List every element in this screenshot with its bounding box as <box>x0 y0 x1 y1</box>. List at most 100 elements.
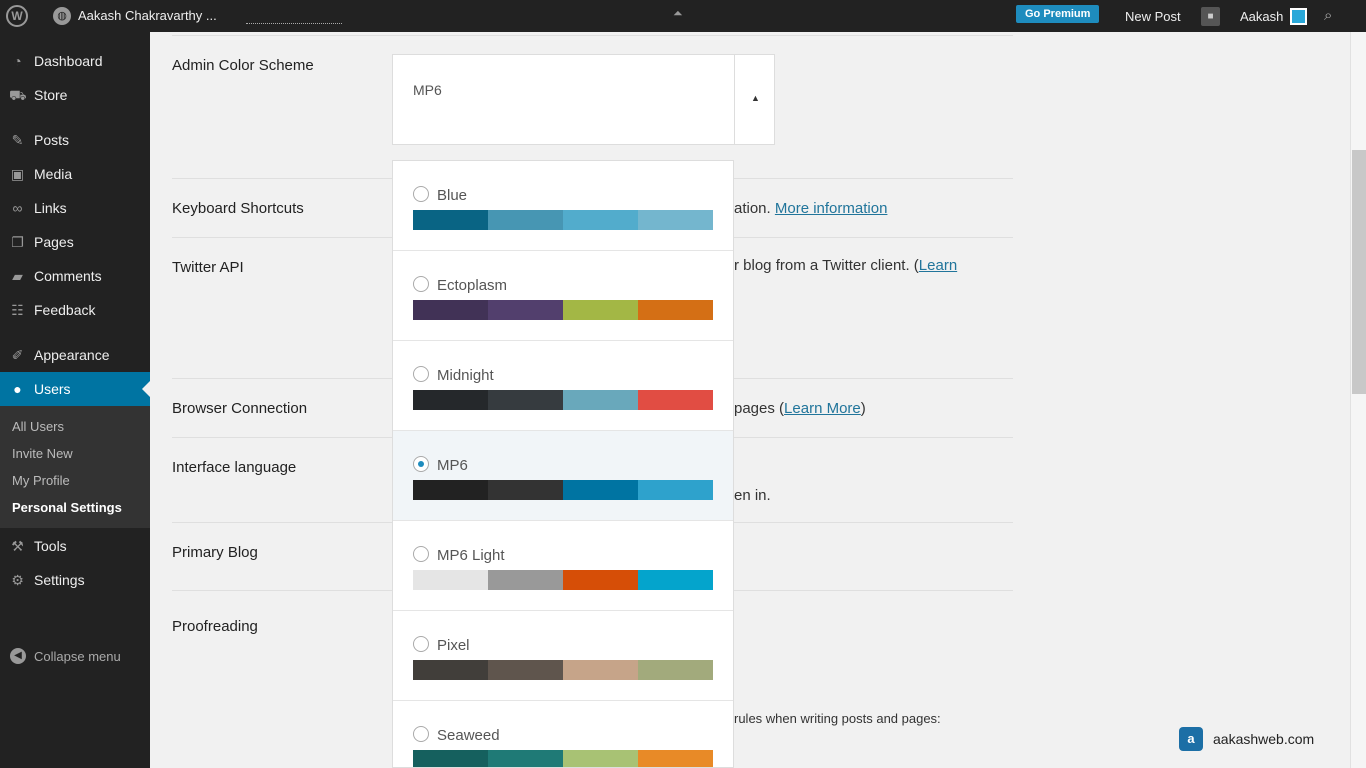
sidebar-item-feedback[interactable]: ☷ Feedback <box>0 293 150 327</box>
link-icon: ∞ <box>12 200 23 216</box>
learn-more-link[interactable]: Learn More <box>784 400 861 417</box>
sidebar-item-label: Users <box>34 381 71 397</box>
wordpress-logo-icon[interactable]: W <box>6 5 28 27</box>
color-swatch <box>638 480 713 500</box>
settings-icon: ⚙ <box>11 572 24 588</box>
dropdown-toggle-button[interactable]: ▲ <box>734 55 775 144</box>
scheme-swatches <box>413 570 713 590</box>
pages-icon: ❐ <box>11 234 24 250</box>
color-swatch <box>563 390 638 410</box>
scheme-radio[interactable] <box>413 186 429 202</box>
scheme-radio[interactable] <box>413 276 429 292</box>
more-information-link[interactable]: More information <box>775 200 888 217</box>
browser-connection-text: pages (Learn More) <box>734 400 866 417</box>
sidebar-item-label: Feedback <box>34 302 96 318</box>
watermark-text: aakashweb.com <box>1213 731 1315 747</box>
sidebar-item-label: Media <box>34 166 73 182</box>
color-scheme-option-seaweed[interactable]: Seaweed <box>393 701 733 767</box>
color-scheme-option-mp6[interactable]: MP6 <box>393 431 733 521</box>
proofreading-text: rules when writing posts and pages: <box>734 711 941 726</box>
browser-connection-paren: ) <box>860 400 866 417</box>
scheme-radio[interactable] <box>413 546 429 562</box>
row-label-interface-language: Interface language <box>172 459 297 476</box>
sidebar-item-label: Comments <box>34 268 102 284</box>
search-icon[interactable]: ⌕ <box>1324 7 1332 24</box>
keyboard-shortcuts-text: ation. More information <box>734 200 887 217</box>
submenu-item-my-profile[interactable]: My Profile <box>12 473 70 488</box>
color-scheme-option-blue[interactable]: Blue <box>393 161 733 251</box>
user-icon: ● <box>13 381 22 397</box>
color-swatch <box>413 300 488 320</box>
divider <box>172 35 1013 36</box>
go-premium-button[interactable]: Go Premium <box>1016 5 1100 23</box>
scheme-radio[interactable] <box>413 366 429 382</box>
keyboard-shortcuts-description: ation. <box>734 200 771 217</box>
row-label-keyboard-shortcuts: Keyboard Shortcuts <box>172 200 304 217</box>
color-swatch <box>638 210 713 230</box>
sidebar-item-pages[interactable]: ❐ Pages <box>0 225 150 259</box>
sidebar-item-label: Settings <box>34 572 85 588</box>
row-label-proofreading: Proofreading <box>172 618 258 635</box>
collapse-menu-button[interactable]: ◀ Collapse menu <box>0 644 150 668</box>
scheme-name: MP6 <box>437 457 468 474</box>
site-name-link[interactable]: Aakash Chakravarthy ... <box>78 8 217 23</box>
scheme-swatches <box>413 750 713 767</box>
scheme-radio[interactable] <box>413 456 429 472</box>
row-label-admin-color-scheme: Admin Color Scheme <box>172 57 314 74</box>
pin-icon: ✎ <box>11 132 24 148</box>
sidebar-item-settings[interactable]: ⚙ Settings <box>0 563 150 597</box>
color-swatch <box>488 300 563 320</box>
color-swatch <box>488 480 563 500</box>
scheme-name: Ectoplasm <box>437 277 508 294</box>
color-swatch <box>563 750 638 767</box>
user-avatar[interactable] <box>1290 8 1307 25</box>
collapse-menu-label: Collapse menu <box>34 649 121 664</box>
scheme-swatches <box>413 300 713 320</box>
color-scheme-select[interactable]: MP6 ▲ <box>392 54 775 145</box>
sidebar-item-tools[interactable]: ⚒ Tools <box>0 529 150 563</box>
color-scheme-option-midnight[interactable]: Midnight <box>393 341 733 431</box>
color-scheme-option-pixel[interactable]: Pixel <box>393 611 733 701</box>
sidebar-item-links[interactable]: ∞ Links <box>0 191 150 225</box>
scheme-name: MP6 Light <box>437 547 505 564</box>
submenu-item-personal-settings[interactable]: Personal Settings <box>12 500 122 515</box>
new-post-link[interactable]: New Post <box>1125 9 1181 24</box>
sidebar-item-users[interactable]: ● Users <box>0 372 150 406</box>
color-swatch <box>563 300 638 320</box>
sidebar-item-label: Links <box>34 200 67 216</box>
globe-icon[interactable]: ◍ <box>53 7 71 25</box>
notifications-icon[interactable]: ■ <box>1201 7 1220 26</box>
color-scheme-option-ectoplasm[interactable]: Ectoplasm <box>393 251 733 341</box>
scrollbar-thumb[interactable] <box>1352 150 1366 394</box>
collapse-admin-bar-icon[interactable]: ⏶ <box>673 6 683 21</box>
current-scheme-name: MP6 <box>413 82 442 98</box>
page-scrollbar[interactable] <box>1350 32 1366 768</box>
row-label-twitter-api: Twitter API <box>172 259 244 276</box>
color-swatch <box>413 750 488 767</box>
sidebar-item-posts[interactable]: ✎ Posts <box>0 123 150 157</box>
scheme-name: Midnight <box>437 367 494 384</box>
wrench-icon: ⚒ <box>11 538 24 554</box>
sidebar-item-label: Tools <box>34 538 67 554</box>
twitter-learn-link[interactable]: Learn <box>919 257 957 274</box>
sidebar-item-appearance[interactable]: ✐ Appearance <box>0 338 150 372</box>
sidebar-item-dashboard[interactable]: ◔ Dashboard <box>0 44 150 78</box>
color-swatch <box>413 390 488 410</box>
comment-icon: ▰ <box>12 268 23 284</box>
sidebar-item-comments[interactable]: ▰ Comments <box>0 259 150 293</box>
submenu-item-all-users[interactable]: All Users <box>12 419 64 434</box>
color-swatch <box>563 480 638 500</box>
users-submenu: All Users Invite New My Profile Personal… <box>0 406 150 528</box>
user-name-link[interactable]: Aakash <box>1240 9 1283 24</box>
dashboard-icon: ◔ <box>13 53 22 69</box>
sidebar-item-store[interactable]: ⛟ Store <box>0 78 150 112</box>
media-icon: ▣ <box>10 166 25 182</box>
scheme-radio[interactable] <box>413 636 429 652</box>
feedback-icon: ☷ <box>11 302 24 318</box>
sidebar-item-media[interactable]: ▣ Media <box>0 157 150 191</box>
color-swatch <box>638 660 713 680</box>
color-scheme-option-mp6-light[interactable]: MP6 Light <box>393 521 733 611</box>
submenu-item-invite-new[interactable]: Invite New <box>12 446 73 461</box>
scheme-radio[interactable] <box>413 726 429 742</box>
site-address-underline <box>246 20 342 24</box>
